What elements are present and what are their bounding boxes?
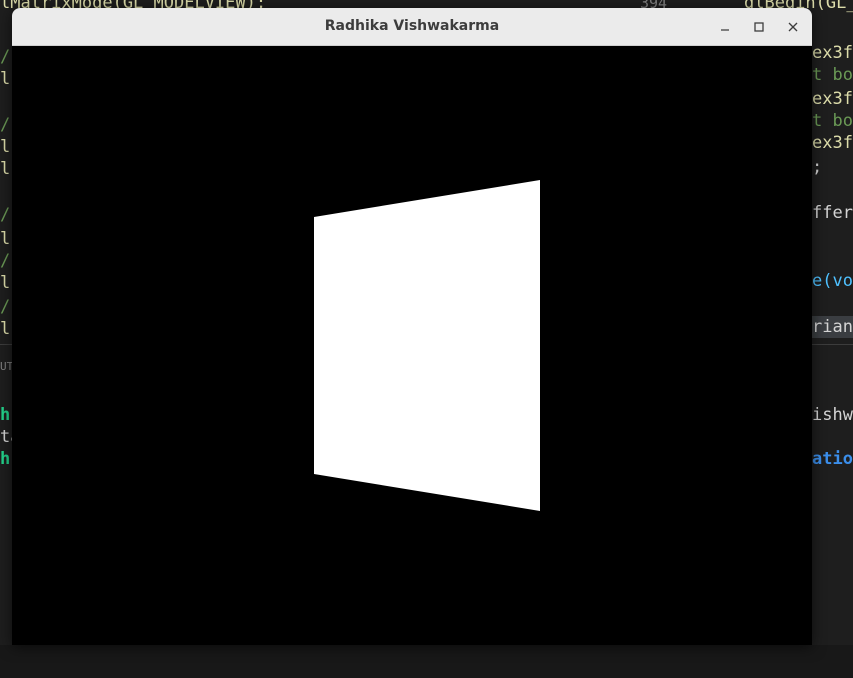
opengl-window[interactable]: Radhika Vishwakarma <box>12 8 812 645</box>
editor-right-line: e(voi <box>812 271 853 291</box>
editor-right-line: ex3f( <box>812 133 853 153</box>
white-quad-shape <box>314 180 540 511</box>
minimize-button[interactable] <box>712 14 738 40</box>
editor-left-line: / <box>0 47 11 67</box>
editor-left-line: / <box>0 251 11 271</box>
editor-left-line: l <box>0 137 11 157</box>
desktop-bottom-area <box>0 645 853 678</box>
terminal-line: ishwa <box>812 405 853 425</box>
minimize-icon <box>721 29 729 31</box>
close-icon <box>788 22 798 32</box>
editor-left-line: l <box>0 319 11 339</box>
maximize-button[interactable] <box>746 14 772 40</box>
editor-right-line: ; <box>812 157 823 177</box>
editor-left-line: / <box>0 205 11 225</box>
editor-left-line: l <box>0 159 11 179</box>
editor-left-line: / <box>0 115 11 135</box>
render-surface <box>314 180 540 511</box>
maximize-icon <box>754 22 764 32</box>
editor-right-line: t bot <box>812 65 853 85</box>
desktop-background: lMatrixMode(GL_MODELVIEW); 394 glBegin(G… <box>0 0 853 678</box>
editor-right-line: t bo <box>812 111 853 131</box>
editor-left-line: / <box>0 297 11 317</box>
close-button[interactable] <box>780 14 806 40</box>
window-titlebar[interactable]: Radhika Vishwakarma <box>12 8 812 46</box>
window-title: Radhika Vishwakarma <box>324 18 500 34</box>
editor-left-line: l <box>0 229 11 249</box>
editor-right-line: riang <box>812 317 853 337</box>
editor-right-line: ex3f( <box>812 43 853 63</box>
editor-left-line: l <box>0 273 11 293</box>
editor-right-line: ex3f( <box>812 89 853 109</box>
render-canvas[interactable] <box>12 46 812 645</box>
editor-left-line: l <box>0 69 11 89</box>
terminal-line: ation <box>812 449 853 469</box>
editor-right-line: ffers <box>812 203 853 223</box>
